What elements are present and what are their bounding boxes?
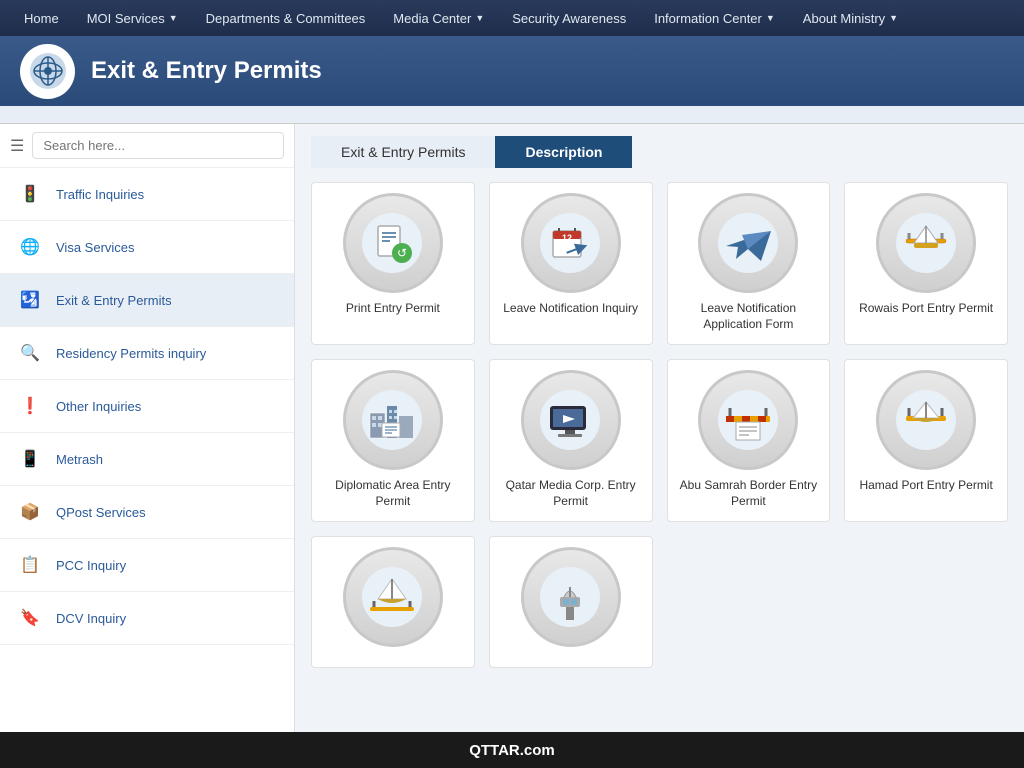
ministry-logo bbox=[20, 44, 75, 99]
service-rowais-port[interactable]: Rowais Port Entry Permit bbox=[844, 182, 1008, 345]
dcv-icon: 🔖 bbox=[14, 602, 46, 634]
diplomatic-area-icon bbox=[343, 370, 443, 470]
visa-icon: 🌐 bbox=[14, 231, 46, 263]
service-abu-samrah[interactable]: Abu Samrah Border Entry Permit bbox=[667, 359, 831, 522]
service-leave-notification-inquiry[interactable]: 12 Leave Notification Inquiry bbox=[489, 182, 653, 345]
print-entry-permit-icon: ↺ bbox=[343, 193, 443, 293]
sub-header bbox=[0, 106, 1024, 124]
residency-icon: 🔍 bbox=[14, 337, 46, 369]
service-label: Rowais Port Entry Permit bbox=[859, 301, 993, 317]
service-label: Leave Notification Inquiry bbox=[503, 301, 638, 317]
sidebar-item-qpost[interactable]: 📦 QPost Services bbox=[0, 486, 294, 539]
nav-moi-services[interactable]: MOI Services ▼ bbox=[73, 0, 192, 36]
header-bar: Exit & Entry Permits bbox=[0, 36, 1024, 106]
nav-information-center[interactable]: Information Center ▼ bbox=[640, 0, 789, 36]
service-print-entry-permit[interactable]: ↺ Print Entry Permit bbox=[311, 182, 475, 345]
search-input[interactable] bbox=[32, 132, 284, 159]
service-diplomatic-area[interactable]: Diplomatic Area Entry Permit bbox=[311, 359, 475, 522]
sidebar-label: PCC Inquiry bbox=[56, 558, 126, 573]
service-qatar-media[interactable]: Qatar Media Corp. Entry Permit bbox=[489, 359, 653, 522]
service-label: Diplomatic Area Entry Permit bbox=[320, 478, 466, 509]
sidebar-item-other[interactable]: ❗ Other Inquiries bbox=[0, 380, 294, 433]
sidebar-label: Exit & Entry Permits bbox=[56, 293, 172, 308]
exit-entry-icon: 🛂 bbox=[14, 284, 46, 316]
qpost-icon: 📦 bbox=[14, 496, 46, 528]
service-leave-notification-form[interactable]: Leave Notification Application Form bbox=[667, 182, 831, 345]
sidebar-label: Visa Services bbox=[56, 240, 135, 255]
sidebar-label: Other Inquiries bbox=[56, 399, 141, 414]
chevron-down-icon: ▼ bbox=[475, 13, 484, 23]
sidebar-item-visa[interactable]: 🌐 Visa Services bbox=[0, 221, 294, 274]
hamad-port-icon bbox=[876, 370, 976, 470]
sidebar-label: Residency Permits inquiry bbox=[56, 346, 206, 361]
sidebar-label: Traffic Inquiries bbox=[56, 187, 144, 202]
svg-text:↺: ↺ bbox=[397, 246, 407, 260]
sidebar: ☰ 🚦 Traffic Inquiries 🌐 Visa Services 🛂 … bbox=[0, 124, 295, 732]
pcc-icon: 📋 bbox=[14, 549, 46, 581]
sidebar-label: QPost Services bbox=[56, 505, 146, 520]
footer-text: QTTAR.com bbox=[469, 742, 555, 759]
top-navigation: Home MOI Services ▼ Departments & Commit… bbox=[0, 0, 1024, 36]
qatar-media-icon bbox=[521, 370, 621, 470]
service-label: Abu Samrah Border Entry Permit bbox=[676, 478, 822, 509]
nav-home[interactable]: Home bbox=[10, 0, 73, 36]
gate-icon bbox=[343, 547, 443, 647]
chevron-down-icon: ▼ bbox=[169, 13, 178, 23]
service-hamad-port[interactable]: Hamad Port Entry Permit bbox=[844, 359, 1008, 522]
nav-security-awareness[interactable]: Security Awareness bbox=[498, 0, 640, 36]
sidebar-search-bar: ☰ bbox=[0, 124, 294, 168]
metrash-icon: 📱 bbox=[14, 443, 46, 475]
leave-notification-inquiry-icon: 12 bbox=[521, 193, 621, 293]
sidebar-label: DCV Inquiry bbox=[56, 611, 126, 626]
bottom-bar: QTTAR.com bbox=[0, 732, 1024, 768]
abu-samrah-icon bbox=[698, 370, 798, 470]
service-label: Print Entry Permit bbox=[346, 301, 440, 317]
service-card-10[interactable] bbox=[489, 536, 653, 668]
service-card-9[interactable] bbox=[311, 536, 475, 668]
leave-notification-form-icon bbox=[698, 193, 798, 293]
content-area: Exit & Entry Permits Description bbox=[295, 124, 1024, 732]
hamburger-icon[interactable]: ☰ bbox=[10, 136, 24, 156]
sidebar-item-dcv[interactable]: 🔖 DCV Inquiry bbox=[0, 592, 294, 645]
rowais-port-icon bbox=[876, 193, 976, 293]
main-layout: ☰ 🚦 Traffic Inquiries 🌐 Visa Services 🛂 … bbox=[0, 124, 1024, 732]
nav-about-ministry[interactable]: About Ministry ▼ bbox=[789, 0, 912, 36]
sidebar-item-residency[interactable]: 🔍 Residency Permits inquiry bbox=[0, 327, 294, 380]
other-icon: ❗ bbox=[14, 390, 46, 422]
traffic-icon: 🚦 bbox=[14, 178, 46, 210]
sidebar-label: Metrash bbox=[56, 452, 103, 467]
tab-description[interactable]: Description bbox=[495, 136, 632, 168]
sidebar-item-metrash[interactable]: 📱 Metrash bbox=[0, 433, 294, 486]
service-label: Leave Notification Application Form bbox=[676, 301, 822, 332]
nav-departments[interactable]: Departments & Committees bbox=[192, 0, 380, 36]
service-label: Qatar Media Corp. Entry Permit bbox=[498, 478, 644, 509]
svg-text:12: 12 bbox=[562, 233, 572, 243]
nav-media-center[interactable]: Media Center ▼ bbox=[379, 0, 498, 36]
service-grid: ↺ Print Entry Permit 12 bbox=[311, 182, 1008, 668]
sidebar-item-traffic[interactable]: 🚦 Traffic Inquiries bbox=[0, 168, 294, 221]
chevron-down-icon: ▼ bbox=[889, 13, 898, 23]
service-label: Hamad Port Entry Permit bbox=[859, 478, 992, 494]
page-title: Exit & Entry Permits bbox=[91, 57, 322, 85]
tabs-row: Exit & Entry Permits Description bbox=[311, 136, 1008, 168]
chevron-down-icon: ▼ bbox=[766, 13, 775, 23]
tower-icon bbox=[521, 547, 621, 647]
sidebar-item-exit-entry[interactable]: 🛂 Exit & Entry Permits bbox=[0, 274, 294, 327]
tab-exit-entry[interactable]: Exit & Entry Permits bbox=[311, 136, 495, 168]
sidebar-item-pcc[interactable]: 📋 PCC Inquiry bbox=[0, 539, 294, 592]
